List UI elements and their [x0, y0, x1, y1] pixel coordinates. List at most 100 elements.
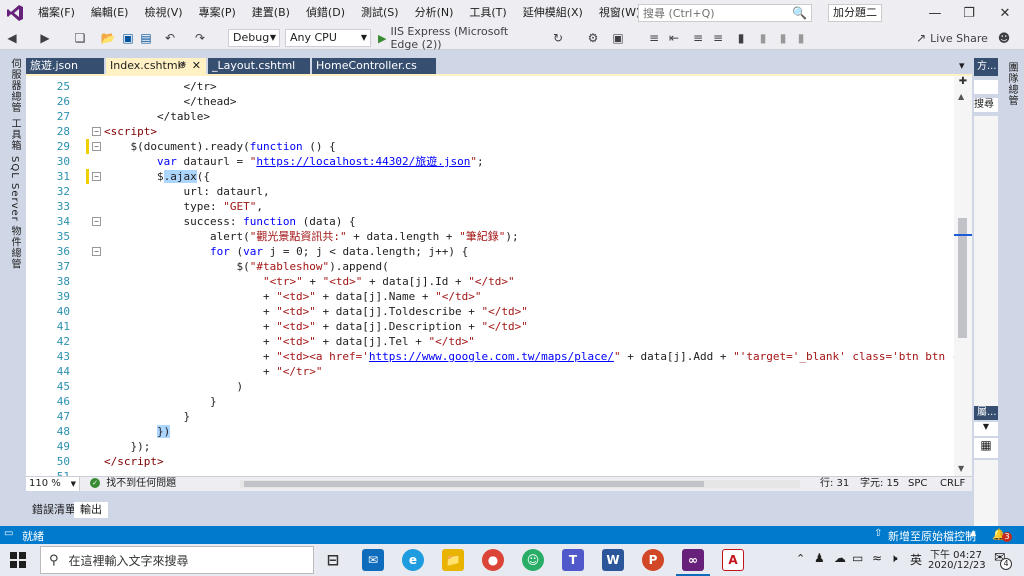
sql-server-explorer-tab[interactable]: SQL Server 物件總管	[7, 156, 22, 270]
code-line[interactable]: 39 + "<td>" + data[j].Name + "</td>"	[26, 289, 954, 304]
menu-analyze[interactable]: 分析(N)	[407, 0, 462, 26]
mail-icon[interactable]: ✉	[362, 549, 384, 571]
taskbar-search-input[interactable]: ⚲ 在這裡輸入文字來搜尋	[40, 546, 314, 574]
wifi-icon[interactable]: ≈	[872, 551, 882, 565]
wechat-icon[interactable]: ☺	[522, 549, 544, 571]
open-folder-icon[interactable]: 📂	[100, 29, 116, 47]
horizontal-scrollbar[interactable]	[240, 480, 800, 488]
menu-extensions[interactable]: 延伸模組(X)	[515, 0, 591, 26]
scroll-up-icon[interactable]: ▲	[958, 92, 964, 101]
edge-icon[interactable]: e	[402, 549, 424, 571]
spacing-mode[interactable]: SPC	[908, 477, 927, 491]
menu-project[interactable]: 專案(P)	[191, 0, 244, 26]
fold-toggle-icon[interactable]: −	[92, 172, 101, 181]
forward-icon[interactable]: ▶	[38, 29, 52, 47]
team-explorer-tab[interactable]: 團隊總管	[1004, 62, 1019, 106]
fold-toggle-icon[interactable]: −	[92, 142, 101, 151]
save-all-icon[interactable]: ▤	[138, 29, 154, 47]
code-editor[interactable]: 25 </tr> 26 </thead> 27 </table> 28− <script…	[26, 76, 1024, 483]
fold-toggle-icon[interactable]: −	[92, 127, 101, 136]
menu-debug[interactable]: 偵錯(D)	[298, 0, 353, 26]
cloud-icon[interactable]: ☁	[834, 551, 846, 565]
feedback-icon[interactable]: ☻	[996, 29, 1012, 47]
code-line[interactable]: 43 + "<td><a href='https://www.google.co…	[26, 349, 1024, 364]
code-line[interactable]: 34 − success: function (data) {	[26, 214, 954, 229]
tab-home-controller[interactable]: HomeController.cs	[312, 58, 436, 74]
live-share-button[interactable]: ↗ Live Share	[912, 29, 992, 47]
code-line[interactable]: 26 </thead>	[26, 94, 954, 109]
search-input[interactable]: 搜尋 (Ctrl+Q) 🔍	[638, 4, 812, 22]
platform-dropdown[interactable]: Any CPU ▼	[285, 29, 371, 47]
teams-icon[interactable]: T	[562, 549, 584, 571]
menu-test[interactable]: 測試(S)	[353, 0, 407, 26]
code-line[interactable]: 40 + "<td>" + data[j].Toldescribe + "</t…	[26, 304, 954, 319]
code-line[interactable]: 47 }	[26, 409, 954, 424]
code-line[interactable]: 30 var dataurl = "https://localhost:4430…	[26, 154, 954, 169]
task-view-icon[interactable]: ⊟	[322, 549, 344, 571]
next-bookmark-icon[interactable]: ▮	[776, 29, 790, 47]
code-line[interactable]: 25 </tr>	[26, 79, 954, 94]
acrobat-icon[interactable]: A	[722, 549, 744, 571]
issues-indicator[interactable]: ✓ 找不到任何問題	[90, 477, 176, 491]
code-line[interactable]: 32 url: dataurl,	[26, 184, 954, 199]
toolbar-collapsed[interactable]	[974, 80, 998, 94]
solution-explorer-header[interactable]: 方...	[974, 58, 998, 76]
toolbox-tab[interactable]: 工具箱	[7, 118, 22, 151]
minimize-icon[interactable]: —	[918, 0, 952, 26]
code-line[interactable]: 44 + "</tr>"	[26, 364, 954, 379]
code-line[interactable]: 41 + "<td>" + data[j].Description + "</t…	[26, 319, 954, 334]
code-line[interactable]: 27 </table>	[26, 109, 954, 124]
fold-toggle-icon[interactable]: −	[92, 247, 101, 256]
scroll-down-icon[interactable]: ▼	[958, 464, 964, 473]
code-line[interactable]: 31 − $.ajax({	[26, 169, 954, 184]
code-line[interactable]: 42 + "<td>" + data[j].Tel + "</td>"	[26, 334, 954, 349]
clock-date[interactable]: 2020/12/23	[928, 560, 986, 571]
run-button[interactable]: ▶ IIS Express (Microsoft Edge (2))	[378, 25, 538, 51]
tab-output[interactable]: 輸出	[74, 502, 108, 518]
windows-start-icon[interactable]	[10, 552, 26, 568]
clock-time[interactable]: 下午 04:27	[930, 546, 982, 561]
tab-index-cshtml[interactable]: Index.cshtml* ⊕ ✕	[106, 58, 206, 74]
people-icon[interactable]: ♟	[814, 551, 825, 565]
bookmark-icon[interactable]: ▮	[734, 29, 748, 47]
indent-icon[interactable]: ⇤	[666, 29, 682, 47]
menu-build[interactable]: 建置(B)	[244, 0, 298, 26]
tab-layout-cshtml[interactable]: _Layout.cshtml	[208, 58, 310, 74]
code-line[interactable]: 50 </script>	[26, 454, 954, 469]
server-explorer-tab[interactable]: 伺服器總管	[7, 58, 22, 113]
code-line[interactable]: 33 type: "GET",	[26, 199, 954, 214]
back-icon[interactable]: ◀	[4, 29, 20, 47]
chevron-up-icon[interactable]: ⌃	[796, 552, 805, 565]
file-explorer-icon[interactable]: 📁	[442, 549, 464, 571]
add-source-control[interactable]: 新增至原始檔控制	[888, 528, 976, 544]
screenshot-icon[interactable]: ▣	[610, 29, 626, 47]
solution-tree[interactable]	[974, 116, 998, 406]
code-line[interactable]: 46 }	[26, 394, 954, 409]
code-line[interactable]: 38 "<tr>" + "<td>" + data[j].Id + "</td>…	[26, 274, 954, 289]
code-line[interactable]: 36 − for (var j = 0; j < data.length; j++…	[26, 244, 954, 259]
properties-grid-icon[interactable]: ▦	[974, 438, 998, 458]
restore-icon[interactable]: ❐	[952, 0, 986, 26]
code-line[interactable]: 29 − $(document).ready(function () {	[26, 139, 954, 154]
browser-link-icon[interactable]: ⚙	[586, 29, 600, 47]
prev-bookmark-icon[interactable]: ▮	[756, 29, 770, 47]
code-line[interactable]: 37 $("#tableshow").append(	[26, 259, 954, 274]
zoom-dropdown[interactable]: 110 % ▼	[26, 477, 80, 491]
close-tab-icon[interactable]: ✕	[192, 58, 201, 74]
chevron-up-icon[interactable]: ▲	[970, 528, 976, 537]
redo-icon[interactable]: ↷	[192, 29, 208, 47]
line-ending[interactable]: CRLF	[940, 477, 965, 491]
visual-studio-icon[interactable]: ∞	[682, 549, 704, 571]
comment-icon[interactable]: ≡	[690, 29, 706, 47]
format-icon[interactable]: ≡	[646, 29, 662, 47]
solution-search[interactable]: 搜尋	[974, 98, 998, 112]
properties-header[interactable]: 屬...	[974, 406, 998, 420]
refresh-icon[interactable]: ↻	[550, 29, 566, 47]
ime-indicator[interactable]: 英	[910, 551, 922, 568]
code-line[interactable]: 45 )	[26, 379, 954, 394]
word-icon[interactable]: W	[602, 549, 624, 571]
tab-error-list[interactable]: 錯誤清單	[28, 502, 80, 518]
battery-icon[interactable]: ▭	[852, 551, 863, 565]
code-line[interactable]: 28 − <script>	[26, 124, 954, 139]
visual-studio-logo-icon[interactable]	[0, 0, 30, 26]
